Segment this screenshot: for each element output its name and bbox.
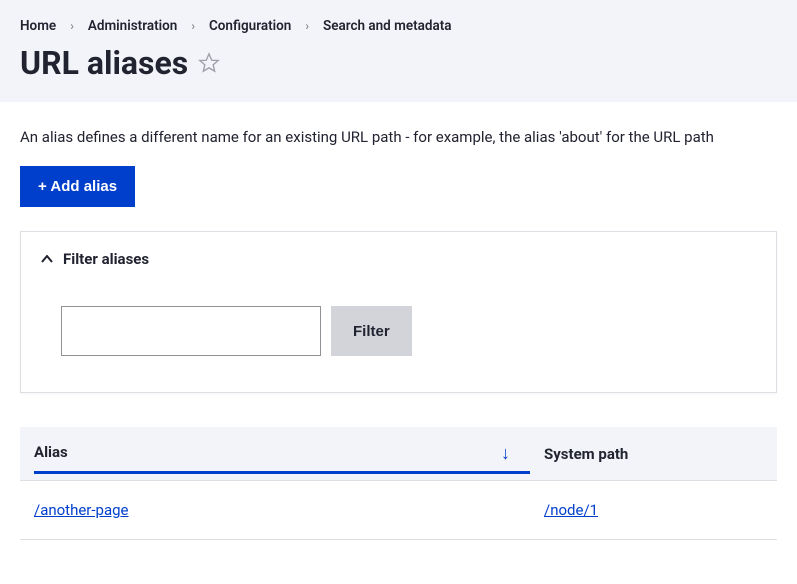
- breadcrumb: Home › Administration › Configuration › …: [20, 18, 777, 34]
- breadcrumb-administration[interactable]: Administration: [88, 18, 177, 34]
- filter-toggle[interactable]: Filter aliases: [41, 250, 756, 268]
- star-icon[interactable]: [198, 52, 220, 74]
- aliases-table: Alias ↓ System path /another-page /node/…: [20, 427, 777, 540]
- system-path-link[interactable]: /node/1: [544, 501, 598, 519]
- column-header-system-path-label: System path: [544, 445, 628, 463]
- filter-input[interactable]: [61, 306, 321, 356]
- sort-arrow-down-icon: ↓: [501, 443, 510, 464]
- chevron-right-icon: ›: [191, 19, 195, 33]
- page-description: An alias defines a different name for an…: [20, 128, 777, 146]
- filter-panel: Filter aliases Filter: [20, 231, 777, 393]
- column-header-alias[interactable]: Alias ↓: [20, 427, 530, 481]
- chevron-right-icon: ›: [70, 19, 74, 33]
- filter-button[interactable]: Filter: [331, 306, 412, 356]
- chevron-right-icon: ›: [305, 19, 309, 33]
- alias-link[interactable]: /another-page: [34, 501, 129, 519]
- chevron-up-icon: [41, 251, 53, 267]
- breadcrumb-search-metadata[interactable]: Search and metadata: [323, 18, 452, 34]
- breadcrumb-home[interactable]: Home: [20, 18, 56, 34]
- column-header-alias-label: Alias: [34, 443, 68, 461]
- column-header-system-path[interactable]: System path: [530, 427, 777, 481]
- add-alias-button[interactable]: + Add alias: [20, 166, 135, 207]
- active-sort-underline: [34, 471, 530, 474]
- page-title: URL aliases: [20, 44, 188, 82]
- breadcrumb-configuration[interactable]: Configuration: [209, 18, 291, 34]
- table-row: /another-page /node/1: [20, 481, 777, 540]
- filter-title: Filter aliases: [63, 250, 149, 268]
